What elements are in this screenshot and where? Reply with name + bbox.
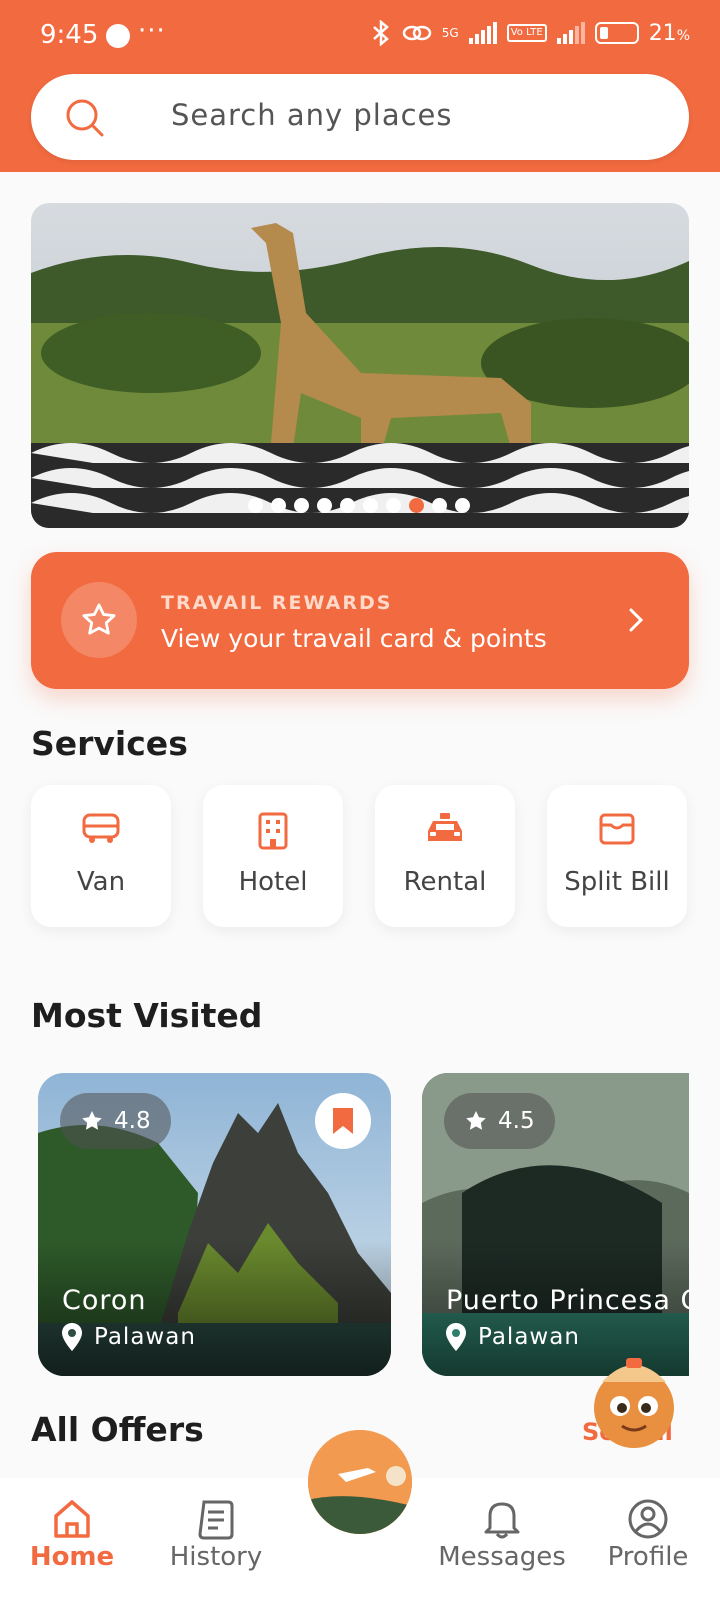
network-type: 5G (441, 26, 459, 40)
place-name: Coron (62, 1285, 147, 1316)
search-icon (66, 99, 104, 137)
place-location: Palawan (446, 1323, 580, 1351)
nav-label: Messages (438, 1542, 566, 1572)
carousel-dot[interactable] (363, 498, 378, 513)
signal-icon-2 (556, 22, 585, 44)
turtle-mascot-icon (594, 1358, 674, 1448)
service-label: Split Bill (564, 867, 670, 897)
place-location-text: Palawan (478, 1324, 580, 1350)
hotel-icon (258, 812, 288, 850)
bell-icon (484, 1502, 520, 1539)
star-icon (466, 1111, 486, 1130)
location-pin-icon (62, 1323, 82, 1351)
chevron-right-icon (629, 608, 644, 632)
service-label: Van (76, 867, 126, 897)
history-icon (198, 1500, 234, 1540)
profile-icon (628, 1499, 668, 1539)
carousel-dot[interactable] (294, 498, 309, 513)
service-hotel[interactable]: Hotel (203, 785, 343, 927)
nav-label: Profile (607, 1542, 689, 1572)
search-placeholder: Search any places (171, 98, 453, 132)
mascot-assistant[interactable] (582, 1348, 686, 1452)
volte-badge: Vo LTE (506, 24, 547, 42)
rewards-card[interactable]: TRAVAIL REWARDS View your travail card &… (31, 552, 689, 689)
service-van[interactable]: Van (31, 785, 171, 927)
rewards-label: TRAVAIL REWARDS (161, 592, 393, 614)
star-icon (82, 1111, 102, 1130)
carousel-dot[interactable] (317, 498, 332, 513)
plane-icon (308, 1430, 412, 1534)
car-icon (428, 813, 462, 841)
rating-badge: 4.5 (444, 1093, 555, 1149)
place-location: Palawan (62, 1323, 196, 1351)
nav-messages[interactable]: Messages (432, 1498, 572, 1572)
most-visited-title: Most Visited (31, 996, 263, 1035)
battery-icon (594, 22, 639, 44)
home-icon (54, 1500, 90, 1538)
link-icon (402, 25, 432, 41)
bluetooth-icon (372, 20, 389, 46)
services-title: Services (31, 724, 188, 763)
battery-level: 21% (648, 20, 690, 46)
location-pin-icon (446, 1323, 466, 1351)
carousel-dot[interactable] (432, 498, 447, 513)
banner-image (31, 203, 689, 528)
all-offers-title: All Offers (31, 1410, 204, 1449)
rewards-icon-bg (61, 582, 137, 658)
rating-value: 4.8 (114, 1108, 151, 1134)
rating-badge: 4.8 (60, 1093, 171, 1149)
service-split-bill[interactable]: Split Bill (547, 785, 687, 927)
carousel-dot[interactable] (455, 498, 470, 513)
nav-profile[interactable]: Profile (578, 1498, 718, 1572)
status-bar: 9:45 ··· 5G Vo LTE 21% (0, 0, 720, 72)
carousel-dot[interactable] (271, 498, 286, 513)
signal-icon (468, 22, 497, 44)
van-icon (82, 813, 120, 843)
nav-label: Home (29, 1542, 115, 1572)
place-card-puerto-princesa[interactable]: 4.5 Puerto Princesa C Palawan (422, 1073, 689, 1376)
carousel-dot[interactable] (386, 498, 401, 513)
center-action-button[interactable] (308, 1430, 412, 1534)
carousel-dot[interactable] (409, 498, 424, 513)
star-icon (82, 603, 116, 635)
service-label: Hotel (238, 867, 308, 897)
carousel-indicators (248, 498, 470, 513)
place-name: Puerto Princesa C (446, 1285, 689, 1316)
carousel-dot[interactable] (340, 498, 355, 513)
rewards-subtitle: View your travail card & points (161, 624, 547, 653)
service-label: Rental (403, 867, 487, 897)
status-more: ··· (138, 16, 166, 46)
search-input[interactable]: Search any places (31, 74, 689, 160)
wallet-icon (599, 813, 635, 845)
rating-value: 4.5 (498, 1108, 535, 1134)
status-time: 9:45 (40, 20, 99, 50)
nav-home[interactable]: Home (2, 1498, 142, 1572)
bookmark-button[interactable] (315, 1093, 371, 1149)
place-card-coron[interactable]: 4.8 Coron Palawan (38, 1073, 391, 1376)
messenger-icon (106, 24, 130, 48)
nav-label: History (169, 1542, 263, 1572)
status-right: 5G Vo LTE 21% (370, 20, 690, 46)
banner-carousel[interactable] (31, 203, 689, 528)
place-location-text: Palawan (94, 1324, 196, 1350)
bookmark-icon (333, 1108, 353, 1134)
nav-history[interactable]: History (146, 1498, 286, 1572)
service-rental[interactable]: Rental (375, 785, 515, 927)
carousel-dot[interactable] (248, 498, 263, 513)
